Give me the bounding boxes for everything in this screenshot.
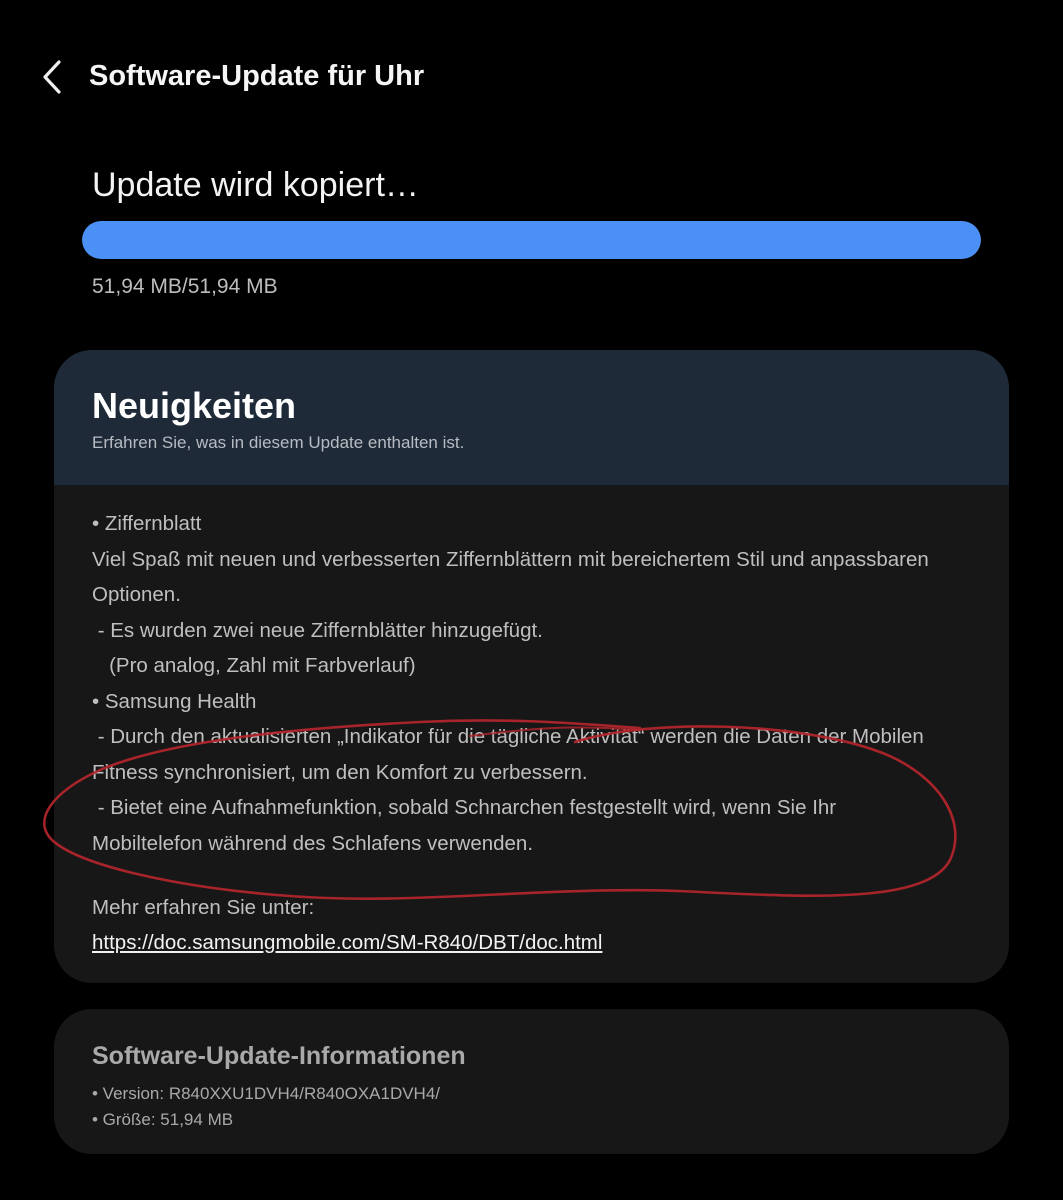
- back-button[interactable]: [30, 55, 74, 99]
- news-body: • Ziffernblatt Viel Spaß mit neuen und v…: [92, 506, 972, 861]
- software-info-card: Software-Update-Informationen • Version:…: [54, 1009, 1009, 1154]
- documentation-link[interactable]: https://doc.samsungmobile.com/SM-R840/DB…: [92, 931, 602, 955]
- news-line: (Pro analog, Zahl mit Farbverlauf): [92, 654, 416, 677]
- news-line: • Samsung Health: [92, 689, 257, 713]
- news-title: Neuigkeiten: [92, 385, 297, 426]
- info-title: Software-Update-Informationen: [92, 1042, 466, 1070]
- news-line: Mobiltelefon während des Schlafens verwe…: [92, 831, 534, 855]
- news-line: - Es wurden zwei neue Ziffernblätter hin…: [92, 618, 543, 642]
- news-line: Fitness synchronisiert, um den Komfort z…: [92, 760, 588, 784]
- news-line: Optionen.: [92, 583, 181, 606]
- size-text: • Größe: 51,94 MB: [92, 1110, 234, 1129]
- progress-bar: [82, 221, 981, 259]
- app-header: Software-Update für Uhr: [0, 0, 1063, 150]
- news-header: Neuigkeiten Erfahren Sie, was in diesem …: [54, 350, 1009, 485]
- news-line: - Bietet eine Aufnahmefunktion, sobald S…: [92, 796, 837, 819]
- news-line: - Durch den aktualisierten „Indikator fü…: [92, 725, 924, 748]
- progress-text: 51,94 MB/51,94 MB: [92, 275, 278, 298]
- news-line: • Ziffernblatt: [92, 512, 202, 535]
- learn-more-label: Mehr erfahren Sie unter:: [92, 896, 315, 919]
- news-line: Viel Spaß mit neuen und verbesserten Zif…: [92, 547, 929, 571]
- update-status-title: Update wird kopiert…: [92, 166, 419, 204]
- progress-fill: [82, 221, 981, 259]
- chevron-left-icon: [43, 60, 61, 94]
- news-subtitle: Erfahren Sie, was in diesem Update entha…: [92, 433, 465, 452]
- version-text: • Version: R840XXU1DVH4/R840OXA1DVH4/: [92, 1084, 441, 1103]
- news-card: Neuigkeiten Erfahren Sie, was in diesem …: [54, 350, 1009, 983]
- page-title: Software-Update für Uhr: [89, 60, 425, 92]
